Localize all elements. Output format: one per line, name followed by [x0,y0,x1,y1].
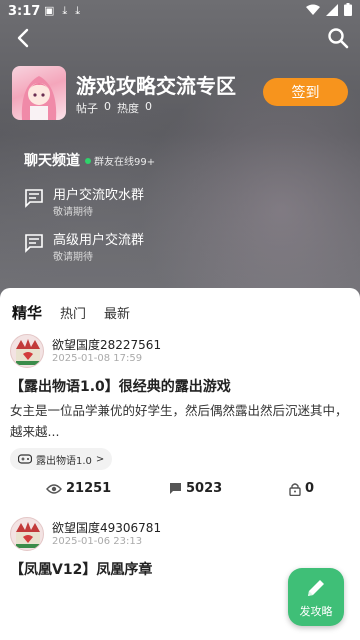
write-guide-label: 发攻略 [299,604,333,618]
chat-group-subtitle: 敬请期待 [53,207,93,218]
tab-latest[interactable]: 最新 [104,303,130,322]
download-icon-2: ⤓ [75,4,81,17]
avatar[interactable] [10,334,44,368]
download-icon: ⤓ [62,4,68,17]
comments-stat[interactable]: 5023 [169,481,222,496]
comment-icon [170,483,181,494]
post-body[interactable]: 女主是一位品学兼优的好学生，然后偶然露出然后沉迷其中，越来越... [10,400,350,442]
forum-cover-image [12,66,66,120]
online-status: 群友在线99+ [85,153,155,168]
write-guide-button[interactable]: 发攻略 [288,568,344,626]
comments-count: 5023 [186,481,223,496]
post-title[interactable]: 【露出物语1.0】很经典的露出游戏 [10,376,231,396]
wifi-icon [306,4,320,15]
gamepad-icon [18,454,32,464]
signin-button[interactable]: 签到 [263,78,348,106]
status-time: 3:17 [8,4,41,19]
chat-group-item[interactable]: 用户交流吹水群 敬请期待 [24,184,324,220]
search-icon [328,28,349,49]
online-dot-icon [85,157,91,164]
tab-hot[interactable]: 热门 [60,303,86,322]
post-author[interactable]: 欲望国度28227561 [52,336,161,353]
views-stat: 21251 [46,481,111,496]
tab-featured[interactable]: 精华 [12,302,42,323]
chat-group-item[interactable]: 高级用户交流群 敬请期待 [24,229,324,265]
chat-group-name: 用户交流吹水群 [53,188,145,203]
post-stats: 21251 5023 0 [0,481,360,501]
game-tag-label: 露出物语1.0 [36,455,92,467]
post-time: 2025-01-06 23:13 [52,536,143,547]
pencil-icon [308,579,324,596]
notification-icon: ▣ [44,4,55,17]
chevron-right-icon: > [95,453,105,465]
chat-bubble-icon [25,234,43,253]
lock-icon [289,482,301,496]
chat-group-subtitle: 敬请期待 [53,252,93,263]
back-button[interactable] [12,26,36,50]
posts-label: 帖子 [76,102,98,115]
post-title[interactable]: 【凤凰V12】凤凰序章 [10,559,152,579]
signal-icon [326,3,338,16]
lock-stat: 0 [289,481,314,496]
posts-count: 0 [104,100,111,113]
game-tag-chip[interactable]: 露出物语1.0 > [10,448,113,470]
online-count: 群友在线99+ [94,157,156,168]
post-time: 2025-01-08 17:59 [52,353,143,364]
search-button[interactable] [326,26,350,50]
post-tabs: 精华 热门 最新 [12,302,130,323]
eye-icon [46,483,62,494]
heat-label: 热度 [117,102,139,115]
forum-title: 游戏攻略交流专区 [76,74,236,98]
chat-channel-title: 聊天频道 [24,153,80,169]
lock-count: 0 [305,481,315,496]
back-arrow-icon [17,28,29,48]
status-bar: 3:17 ▣ ⤓ ⤓ [0,0,360,24]
post-card[interactable]: 欲望国度28227561 2025-01-08 17:59 【露出物语1.0】很… [0,334,360,510]
chat-group-name: 高级用户交流群 [53,233,145,248]
chat-bubble-icon [25,189,43,208]
post-author[interactable]: 欲望国度49306781 [52,519,161,536]
views-count: 21251 [66,481,112,496]
forum-stats: 帖子 0 热度 0 [76,100,152,116]
heat-count: 0 [145,100,152,113]
avatar[interactable] [10,517,44,551]
battery-icon [344,3,352,16]
